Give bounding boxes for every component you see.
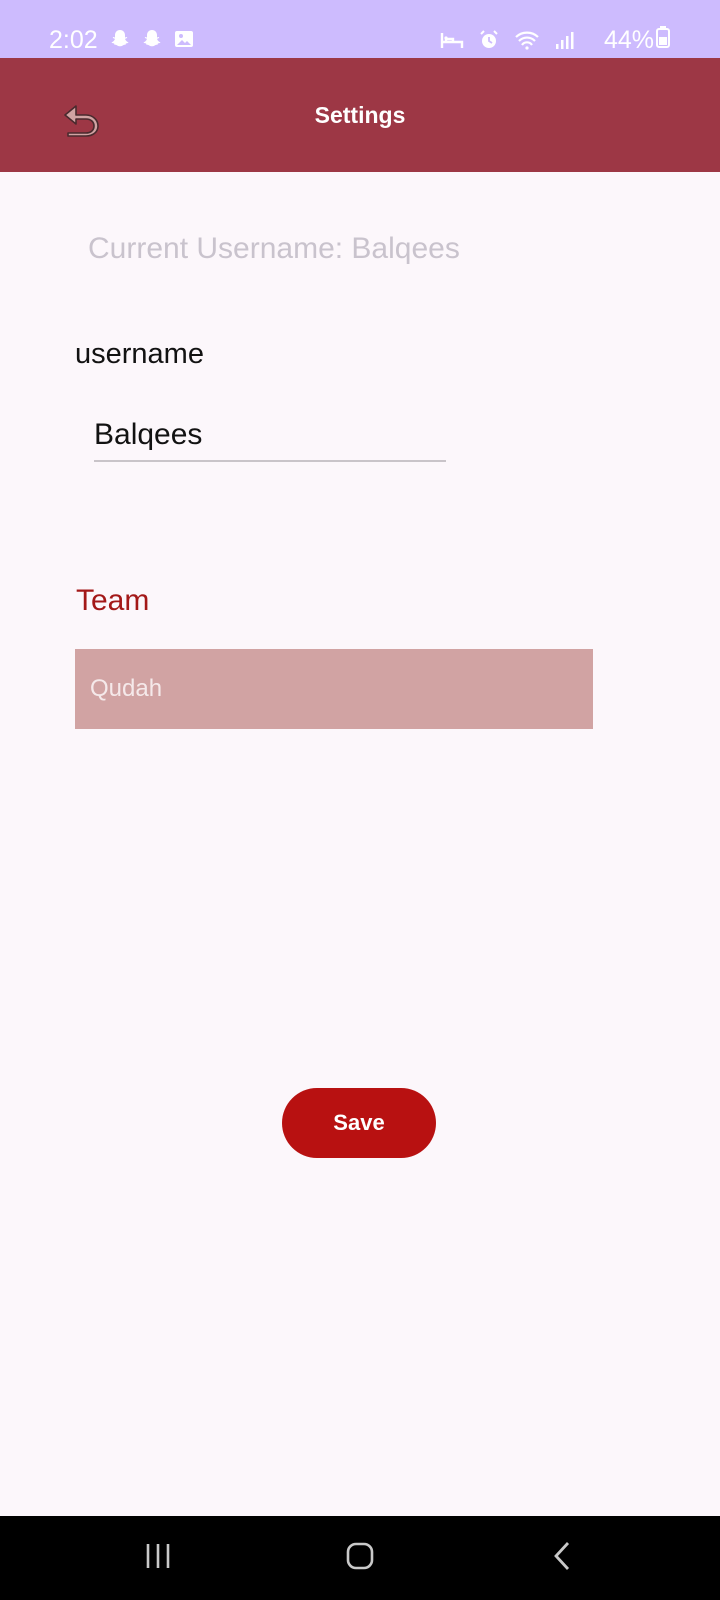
recent-apps-button[interactable] xyxy=(98,1516,218,1600)
team-select[interactable]: Qudah xyxy=(75,649,593,729)
alarm-icon xyxy=(478,29,500,56)
signal-icon xyxy=(554,30,574,55)
system-nav-bar xyxy=(0,1516,720,1600)
username-label: username xyxy=(75,338,204,370)
wifi-icon xyxy=(514,30,540,55)
battery-icon xyxy=(656,26,671,55)
username-input[interactable] xyxy=(94,410,446,462)
back-icon xyxy=(552,1540,572,1577)
battery-indicator: 44% xyxy=(604,26,671,55)
team-label: Team xyxy=(76,584,150,617)
home-button[interactable] xyxy=(300,1516,420,1600)
battery-percentage: 44% xyxy=(604,26,655,54)
snapchat-icon xyxy=(108,27,132,56)
status-time: 2:02 xyxy=(49,26,98,54)
recent-apps-icon xyxy=(143,1542,173,1575)
page-title: Settings xyxy=(314,102,406,128)
status-system-icons xyxy=(440,29,574,56)
status-notification-icons xyxy=(108,27,196,56)
current-username-text: Current Username: Balqees xyxy=(88,232,460,265)
app-bar: Settings xyxy=(0,58,720,172)
team-selected-value: Qudah xyxy=(90,675,163,702)
save-button[interactable]: Save xyxy=(282,1088,436,1158)
image-icon xyxy=(172,27,196,56)
sleep-mode-icon xyxy=(440,30,464,55)
status-bar: 2:02 44% xyxy=(0,0,720,58)
nav-back-button[interactable] xyxy=(502,1516,622,1600)
snapchat-icon xyxy=(140,27,164,56)
home-icon xyxy=(345,1541,375,1576)
